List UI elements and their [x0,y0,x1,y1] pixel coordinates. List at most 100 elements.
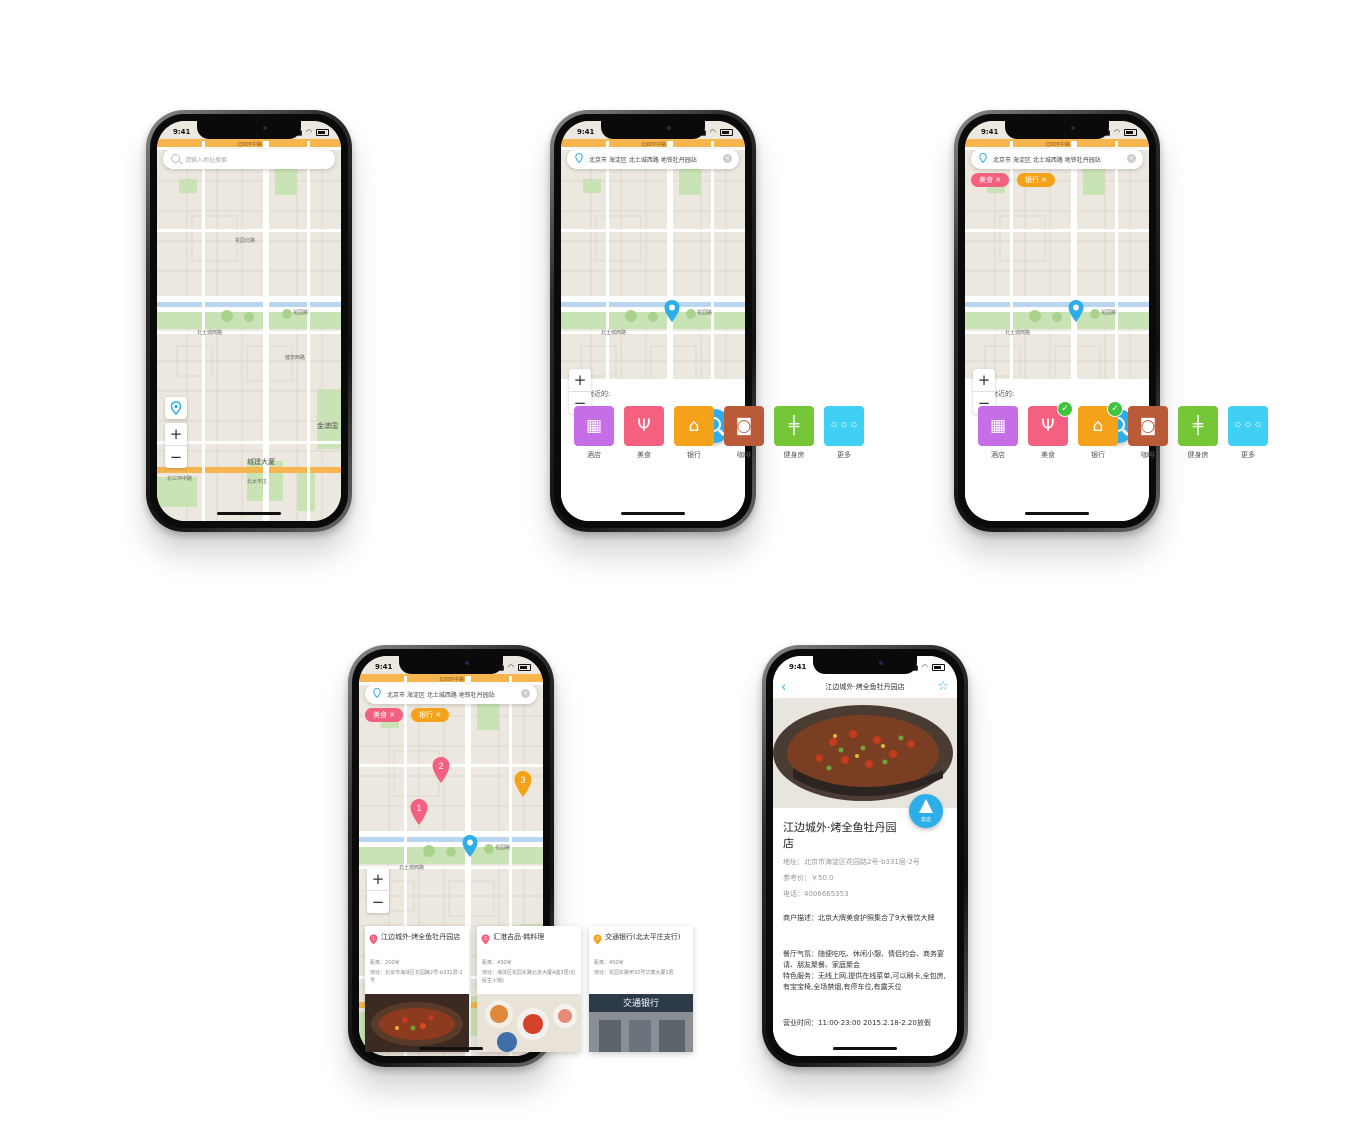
category-label: 银行 [1091,451,1105,459]
card-address: 地址：海淀区花园东路北京大厦A座3层(近民生火锅) [482,970,576,984]
category-hotel[interactable]: ▦ 酒店 [978,406,1018,459]
nav-title: 江边城外·烤全鱼牡丹园店 [825,683,905,691]
zoom-in-button[interactable]: + [973,369,995,391]
result-card-1[interactable]: 1 江边城外·烤全鱼牡丹园店 距离：200米 地址：北京市海淀区花园路2号-b3… [365,926,469,1052]
restaurant-services: 特色服务：无线上网,提供在线菜单,可以刷卡,全包房,有宝宝椅,全场禁烟,有停车位… [783,972,946,991]
phone-3: 搜索附近的: 9:41▂▃▅ ◠ 北京市 海淀区 北土城西路 地铁牡丹园站 × … [954,110,1268,532]
zoom-in-button[interactable]: + [569,369,591,391]
address-field[interactable]: 北京市 海淀区 北土城西路 地铁牡丹园站 × [971,149,1143,169]
location-pin-icon [373,688,381,698]
korean-food-image [477,994,581,1052]
category-label: 酒店 [991,451,1005,459]
restaurant-address: 地址：北京市海淀区花园路2号-b331层-2号 [783,858,920,866]
result-cards: 1 江边城外·烤全鱼牡丹园店 距离：200米 地址：北京市海淀区花园路2号-b3… [365,926,725,1054]
clear-icon[interactable]: × [723,154,732,163]
filter-chip-food[interactable]: 美食 ✕ [365,708,404,722]
filter-chip-bank[interactable]: 银行 ✕ [411,708,450,722]
address-text: 北京市 海淀区 北土城西路 地铁牡丹园站 [993,157,1101,164]
screen-results: 9:41▂▃▅ ◠ 北京市 海淀区 北土城西路 地铁牡丹园站 × 美食 ✕ 银行… [359,656,693,1056]
category-bank[interactable]: ⌂ 银行 ✓ [1078,401,1123,459]
card-distance: 距离：200米 [370,960,400,966]
address-field[interactable]: 北京市 海淀区 北土城西路 地铁牡丹园站 × [365,684,537,704]
filter-chip-bank[interactable]: 银行 ✕ [1017,173,1056,187]
map-label-beitucheng: 北土城西路 [399,865,425,871]
filter-chip-food[interactable]: 美食 ✕ [971,173,1010,187]
restaurant-hours: 营业时间：11:00-23:00 2015.2.18-2.20放假 [783,1019,931,1027]
clear-icon[interactable]: × [521,689,530,698]
map-label-garden: 花园路 [697,310,713,316]
category-label: 咖啡 [1141,451,1155,459]
map-label-garden-north: 花园北路 [235,238,256,244]
result-pin-2[interactable]: 2 [431,756,451,786]
restaurant-phone[interactable]: 电话：4006665353 [783,889,849,899]
zoom-in-button[interactable]: + [165,423,187,445]
address-field[interactable]: 北京市 海淀区 北土城西路 地铁牡丹园站 × [567,149,739,169]
map-label-chengjian: 城建大厦 [247,458,275,466]
zoom-control: + − [165,423,187,468]
navigate-arrow-icon [919,799,933,813]
category-label: 酒店 [587,451,601,459]
card-name: 汇港吉品·韩料理 [493,933,545,941]
category-hotel[interactable]: ▦ 酒店 [574,406,614,459]
navigate-button[interactable]: 去这 [909,794,943,828]
map-label-beitucheng: 北土城西路 [1005,330,1031,336]
map-label-garden: 花园路 [495,845,511,851]
card-address: 地址：北京市海淀区花园路2号-b331层-2号 [370,970,463,984]
phone-1: 9:41▂▃▅ ◠ 请输入地址搜索 北四环中路 花园北路 花园路 北土城西路 健… [146,110,352,532]
category-more[interactable]: ◦◦◦ 更多 [824,406,864,459]
search-placeholder: 请输入地址搜索 [185,157,228,164]
map-label-beitucheng: 北土城西路 [601,330,627,336]
svg-text:3: 3 [520,775,525,785]
phone-4: 9:41▂▃▅ ◠ 北京市 海淀区 北土城西路 地铁牡丹园站 × 美食 ✕ 银行… [348,645,693,1067]
hotel-icon: ▦ [989,416,1007,436]
category-gym[interactable]: ╪ 健身房 [1178,406,1218,459]
result-card-2[interactable]: 2 汇港吉品·韩料理 距离：430米 地址：海淀区花园东路北京大厦A座3层(近民… [477,926,581,1052]
svg-text:3: 3 [596,936,599,942]
phone-5: ‹ 江边城外·烤全鱼牡丹园店 ☆ 去这 江边城外·烤全鱼牡丹园店 地址：北京市海… [762,645,968,1067]
map-label-jintai: 金澳国 [317,422,338,430]
map-label-ring: 北四环中路 [1045,142,1071,148]
marker-3-icon: 3 [593,934,602,945]
check-icon: ✓ [1057,401,1073,417]
category-label: 咖啡 [737,451,751,459]
category-bank[interactable]: ⌂ 银行 [674,406,714,459]
map-label-ring: 北四环中路 [439,677,465,683]
restaurant-photo [773,698,957,808]
category-coffee[interactable]: ◙ 咖啡 [1128,406,1168,459]
category-food[interactable]: Ψ 美食 [624,406,664,459]
card-address: 地址：花园东路甲32号华康大厦1层 [594,970,674,976]
phone-2: 搜索附近的: 9:41▂▃▅ ◠ 北京市 海淀区 北土城西路 地铁牡丹园站 × … [550,110,864,532]
clear-icon[interactable]: × [1127,154,1136,163]
search-icon [171,154,180,163]
category-more[interactable]: ◦◦◦ 更多 [1228,406,1268,459]
result-pin-3[interactable]: 3 [513,770,533,800]
map-label-jianyuan: 健安西路 [285,355,306,361]
current-location-pin [1068,300,1084,322]
category-label: 美食 [1041,451,1055,459]
favorite-star-icon[interactable]: ☆ [937,679,949,694]
detail-page: ‹ 江边城外·烤全鱼牡丹园店 ☆ 去这 江边城外·烤全鱼牡丹园店 地址：北京市海… [773,656,957,1056]
locate-button[interactable] [165,397,187,419]
gym-icon: ╪ [1192,416,1204,436]
zoom-out-button[interactable]: − [165,446,187,468]
result-card-3[interactable]: 3 交通银行(北太平庄支行) 距离：450米 地址：花园东路甲32号华康大厦1层… [589,926,693,1052]
category-list: ▦ 酒店 Ψ 美食 ⌂ 银行 ◙ 咖啡 ╪ 健身房 ◦◦◦ 更多 [574,406,874,466]
category-label: 银行 [687,451,701,459]
category-gym[interactable]: ╪ 健身房 [774,406,814,459]
category-label: 健身房 [783,451,805,459]
result-pin-1[interactable]: 1 [409,798,429,828]
category-food[interactable]: Ψ 美食 ✓ [1028,401,1073,459]
check-icon: ✓ [1107,401,1123,417]
restaurant-name: 江边城外·烤全鱼牡丹园店 [783,821,897,850]
category-coffee[interactable]: ◙ 咖啡 [724,406,764,459]
detail-nav-bar: ‹ 江边城外·烤全鱼牡丹园店 ☆ [773,676,957,698]
search-input[interactable]: 请输入地址搜索 [163,149,335,169]
restaurant-atmosphere: 餐厅气氛：随便吃吃、休闲小憩、情侣约会、商务宴请、朋友聚餐、家庭聚会 [783,950,944,969]
bank-building-image: 交通银行 [589,994,693,1052]
location-pin-icon [170,401,182,416]
restaurant-price: 参考价：￥50.0 [783,874,834,882]
map-label-garden: 花园路 [1101,310,1117,316]
zoom-in-button[interactable]: + [367,868,389,890]
zoom-out-button[interactable]: − [367,891,389,913]
svg-text:1: 1 [416,803,421,813]
